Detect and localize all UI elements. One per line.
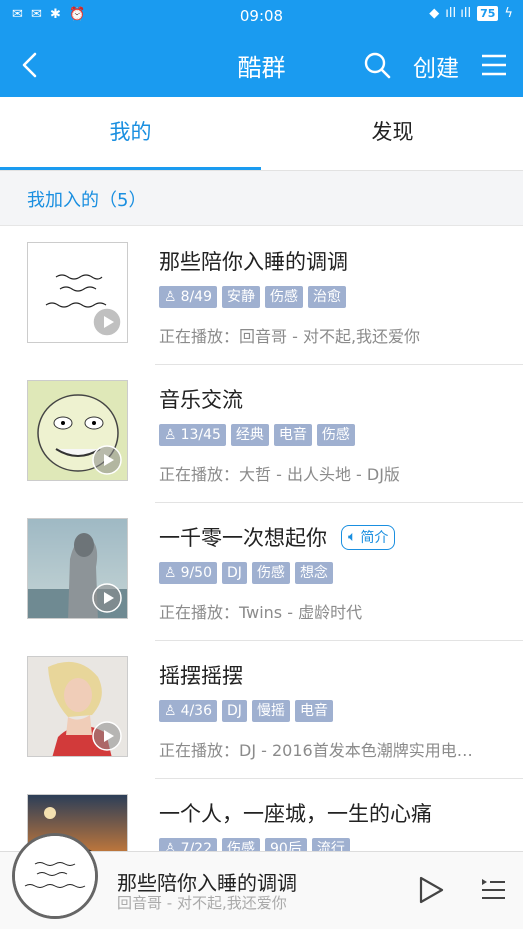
group-item[interactable]: 一千零一次想起你 🔈︎ 简介 ♙ 9/50 DJ 伤感 想念 正在播放：Twins …: [0, 503, 523, 641]
member-count-badge: ♙ 9/50: [159, 562, 218, 584]
tag: 慢摇: [251, 700, 290, 722]
status-bar: ✉ ✉ ✱ ⏰ 09:08 ◆ ıll ıll 75 ϟ: [0, 0, 523, 32]
play-icon[interactable]: [91, 720, 123, 752]
tag: DJ: [222, 700, 247, 722]
playlist-icon[interactable]: [480, 877, 506, 903]
person-icon: ♙: [164, 703, 177, 719]
play-icon[interactable]: [91, 444, 123, 476]
group-item[interactable]: 那些陪你入睡的调调 ♙ 8/49 安静 伤感 治愈 正在播放：回音哥 - 对不起,…: [0, 227, 523, 365]
tag: 电音: [273, 424, 312, 446]
status-right: ◆ ıll ıll 75 ϟ: [429, 6, 513, 21]
group-name-text: 一个人，一座城，一生的心痛: [159, 802, 432, 826]
now-playing-text: 正在播放：回音哥 - 对不起,我还爱你: [159, 327, 421, 346]
play-icon[interactable]: [417, 875, 445, 905]
tag: 经典: [230, 424, 269, 446]
member-count-badge: ♙ 8/49: [159, 286, 218, 308]
wifi-icon: ◆: [429, 6, 440, 21]
group-tags: ♙ 8/49 安静 伤感 治愈: [159, 286, 347, 308]
active-tab-indicator: [0, 167, 261, 170]
member-count-badge: ♙ 4/36: [159, 700, 218, 722]
group-name-text: 一千零一次想起你: [159, 526, 327, 550]
tag: 伤感: [251, 562, 290, 584]
group-cover: [27, 656, 128, 757]
group-list: 那些陪你入睡的调调 ♙ 8/49 安静 伤感 治愈 正在播放：回音哥 - 对不起,…: [0, 227, 523, 917]
group-name-text: 音乐交流: [159, 388, 243, 412]
battery-icon: 75: [477, 6, 499, 21]
group-cover: [27, 518, 128, 619]
menu-icon[interactable]: [480, 51, 508, 79]
speaker-icon: 🔈︎: [348, 529, 357, 545]
person-icon: ♙: [164, 289, 177, 305]
person-icon: ♙: [164, 427, 177, 443]
group-cover: [27, 380, 128, 481]
tag: 想念: [294, 562, 333, 584]
member-count: 9/50: [180, 565, 213, 581]
intro-button[interactable]: 🔈︎ 简介: [341, 524, 396, 550]
tab-mine[interactable]: 我的: [0, 97, 261, 169]
member-count: 13/45: [180, 427, 221, 443]
group-item[interactable]: 摇摆摇摆 ♙ 4/36 DJ 慢摇 电音 正在播放：DJ - 2016首发本色潮牌…: [0, 641, 523, 779]
play-icon[interactable]: [91, 582, 123, 614]
player-subtitle: 回音哥 - 对不起,我还爱你: [117, 894, 287, 912]
tab-discover[interactable]: 发现: [262, 97, 523, 169]
group-cover: [27, 242, 128, 343]
person-icon: ♙: [164, 565, 177, 581]
tab-bar: 我的 发现: [0, 97, 523, 171]
group-tags: ♙ 4/36 DJ 慢摇 电音: [159, 700, 333, 722]
search-icon[interactable]: [362, 50, 392, 80]
group-name: 一千零一次想起你 🔈︎ 简介: [159, 522, 396, 552]
group-tags: ♙ 13/45 经典 电音 伤感: [159, 424, 355, 446]
top-bar: 酷群 创建: [0, 32, 523, 97]
signal-icon: ıll ıll: [445, 6, 472, 21]
now-playing-text: 正在播放：Twins - 虚龄时代: [159, 603, 363, 622]
group-name: 一个人，一座城，一生的心痛: [159, 798, 432, 828]
section-header: 我加入的（5）: [0, 171, 523, 226]
now-playing-text: 正在播放：大哲 - 出人头地 - DJ版: [159, 465, 400, 484]
tag: 治愈: [308, 286, 347, 308]
group-tags: ♙ 9/50 DJ 伤感 想念: [159, 562, 333, 584]
tag: 伤感: [316, 424, 355, 446]
now-playing-text: 正在播放：DJ - 2016首发本色潮牌实用电…: [159, 741, 473, 760]
create-button[interactable]: 创建: [413, 49, 459, 83]
intro-label: 简介: [360, 530, 389, 546]
group-name: 那些陪你入睡的调调: [159, 246, 348, 276]
tag: 电音: [294, 700, 333, 722]
tag: 伤感: [265, 286, 304, 308]
group-name: 音乐交流: [159, 384, 243, 414]
tag: DJ: [222, 562, 247, 584]
member-count-badge: ♙ 13/45: [159, 424, 226, 446]
group-name-text: 那些陪你入睡的调调: [159, 250, 348, 274]
player-album-art[interactable]: [12, 833, 98, 919]
joined-groups-label: 我加入的（5）: [27, 190, 147, 211]
tag: 安静: [222, 286, 261, 308]
group-item[interactable]: 音乐交流 ♙ 13/45 经典 电音 伤感 正在播放：大哲 - 出人头地 - DJ…: [0, 365, 523, 503]
charging-icon: ϟ: [504, 6, 513, 21]
handwriting-album-image: [15, 836, 95, 916]
group-name: 摇摆摇摆: [159, 660, 243, 690]
member-count: 4/36: [180, 703, 213, 719]
play-icon[interactable]: [91, 306, 123, 338]
member-count: 8/49: [180, 289, 213, 305]
group-name-text: 摇摆摇摆: [159, 664, 243, 688]
app-root: { "status_bar": {"left_icons": "✉ ✉ ✱ ⏰"…: [0, 0, 523, 929]
